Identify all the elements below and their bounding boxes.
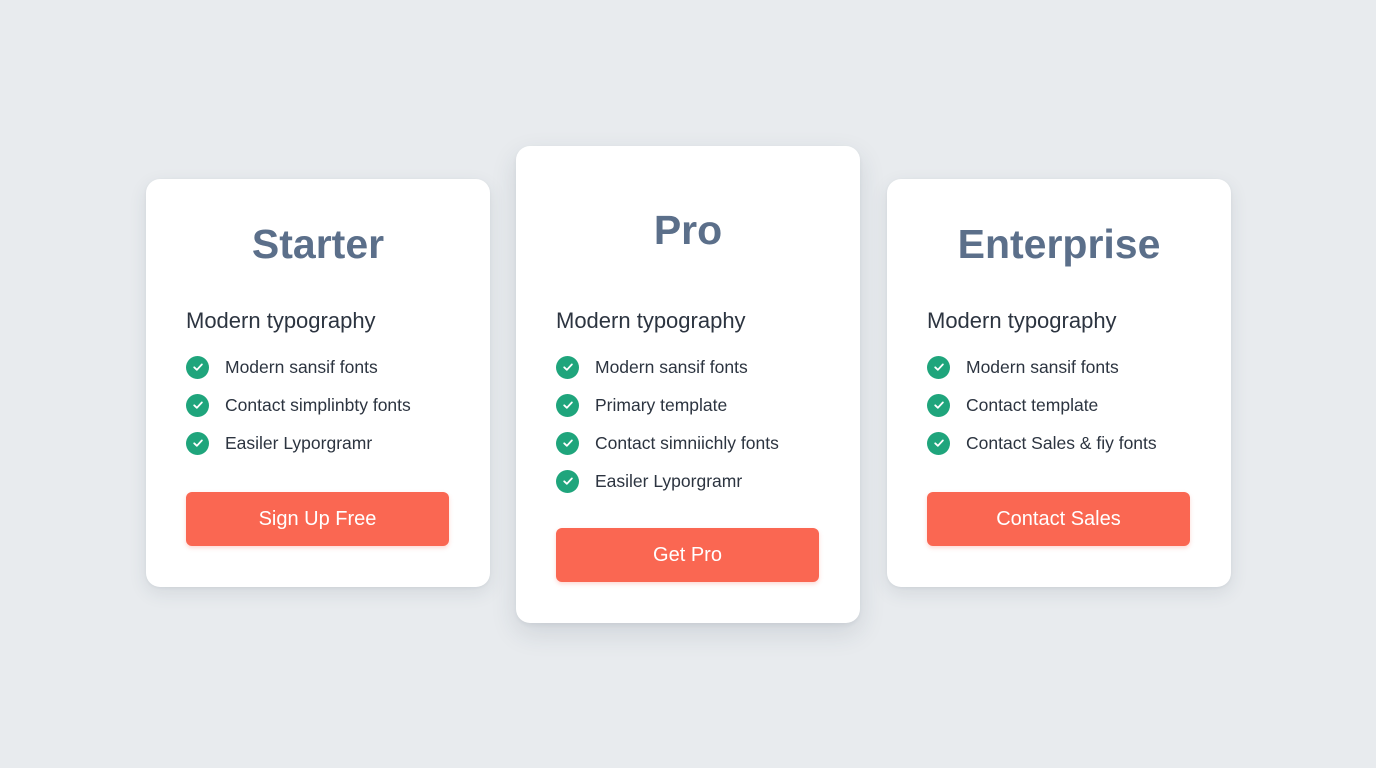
plan-subtitle: Modern typography [927, 308, 1117, 333]
feature-item: Easiler Lyporgramr [556, 469, 779, 493]
check-circle-icon [927, 431, 950, 455]
plan-subtitle: Modern typography [556, 308, 746, 333]
check-circle-icon [556, 431, 579, 455]
feature-label: Contact Sales & fiy fonts [966, 432, 1157, 453]
feature-item: Contact simniichly fonts [556, 431, 779, 455]
feature-label: Easiler Lyporgramr [225, 432, 373, 453]
feature-label: Primary template [595, 394, 728, 415]
plan-card-starter: Starter Modern typography Modern sansif … [146, 179, 490, 587]
feature-label: Contact template [966, 394, 1099, 415]
feature-item: Primary template [556, 393, 779, 417]
plan-title: Enterprise [957, 221, 1161, 267]
check-circle-icon [556, 469, 579, 493]
feature-list: Modern sansif fonts Primary template Con… [556, 355, 779, 507]
plan-card-enterprise: Enterprise Modern typography Modern sans… [887, 179, 1231, 587]
get-pro-button[interactable]: Get Pro [556, 528, 819, 582]
plan-title: Starter [251, 221, 385, 267]
feature-label: Easiler Lyporgramr [595, 470, 743, 491]
feature-item: Contact Sales & fiy fonts [927, 431, 1157, 455]
plan-title: Pro [653, 207, 723, 253]
feature-label: Modern sansif fonts [966, 356, 1119, 377]
check-circle-icon [556, 355, 579, 379]
feature-item: Modern sansif fonts [556, 355, 779, 379]
feature-label: Modern sansif fonts [595, 356, 748, 377]
plan-subtitle: Modern typography [186, 308, 376, 333]
feature-item: Easiler Lyporgramr [186, 431, 411, 455]
check-circle-icon [186, 431, 209, 455]
feature-item: Contact template [927, 393, 1157, 417]
contact-sales-button[interactable]: Contact Sales [927, 492, 1190, 546]
check-circle-icon [556, 393, 579, 417]
check-circle-icon [927, 393, 950, 417]
check-circle-icon [186, 355, 209, 379]
feature-label: Contact simniichly fonts [595, 432, 779, 453]
feature-label: Contact simplinbty fonts [225, 394, 411, 415]
feature-label: Modern sansif fonts [225, 356, 378, 377]
feature-list: Modern sansif fonts Contact template Con… [927, 355, 1157, 469]
plan-card-pro: Pro Modern typography Modern sansif font… [516, 146, 860, 623]
check-circle-icon [927, 355, 950, 379]
check-circle-icon [186, 393, 209, 417]
feature-item: Modern sansif fonts [927, 355, 1157, 379]
feature-item: Modern sansif fonts [186, 355, 411, 379]
feature-item: Contact simplinbty fonts [186, 393, 411, 417]
feature-list: Modern sansif fonts Contact simplinbty f… [186, 355, 411, 469]
sign-up-free-button[interactable]: Sign Up Free [186, 492, 449, 546]
